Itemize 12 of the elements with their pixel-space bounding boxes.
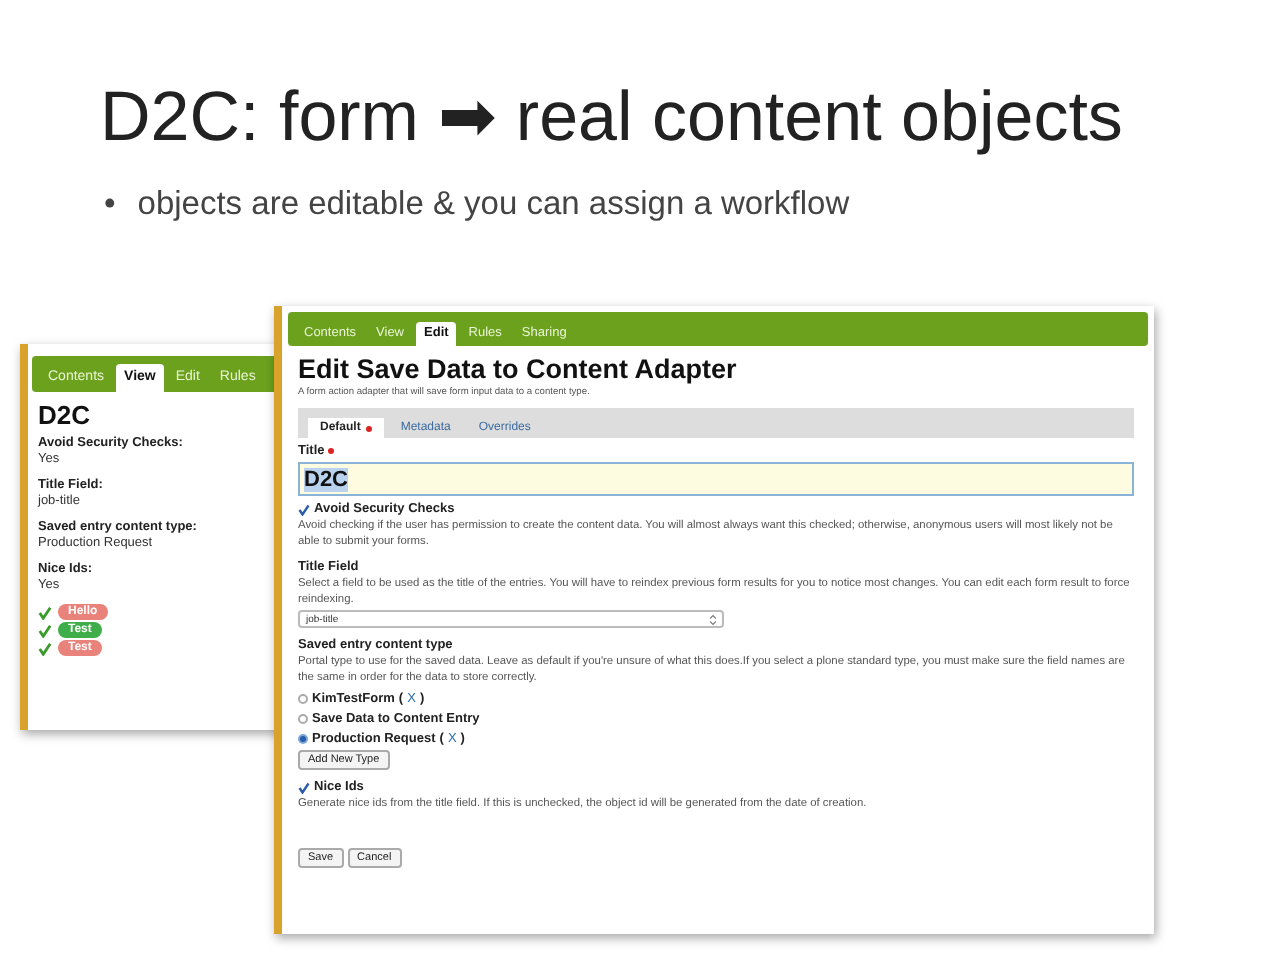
checkbox-checked-icon[interactable]: [298, 781, 310, 793]
radio-button[interactable]: [298, 694, 308, 704]
slide-title: D2C: form ➡ real content objects: [100, 76, 1123, 158]
radio-button[interactable]: [298, 734, 308, 744]
updown-icon: [710, 613, 716, 625]
checkbox-checked-icon[interactable]: [298, 503, 310, 515]
title-field[interactable]: D2C: [298, 462, 1134, 496]
bullet-text: objects are editable & you can assign a workflow: [137, 186, 850, 224]
page-heading: Edit Save Data to Content Adapter: [298, 354, 739, 384]
radio-button[interactable]: [298, 714, 308, 724]
bullet-mark: •: [104, 186, 116, 224]
page-heading: D2C: [38, 400, 93, 430]
